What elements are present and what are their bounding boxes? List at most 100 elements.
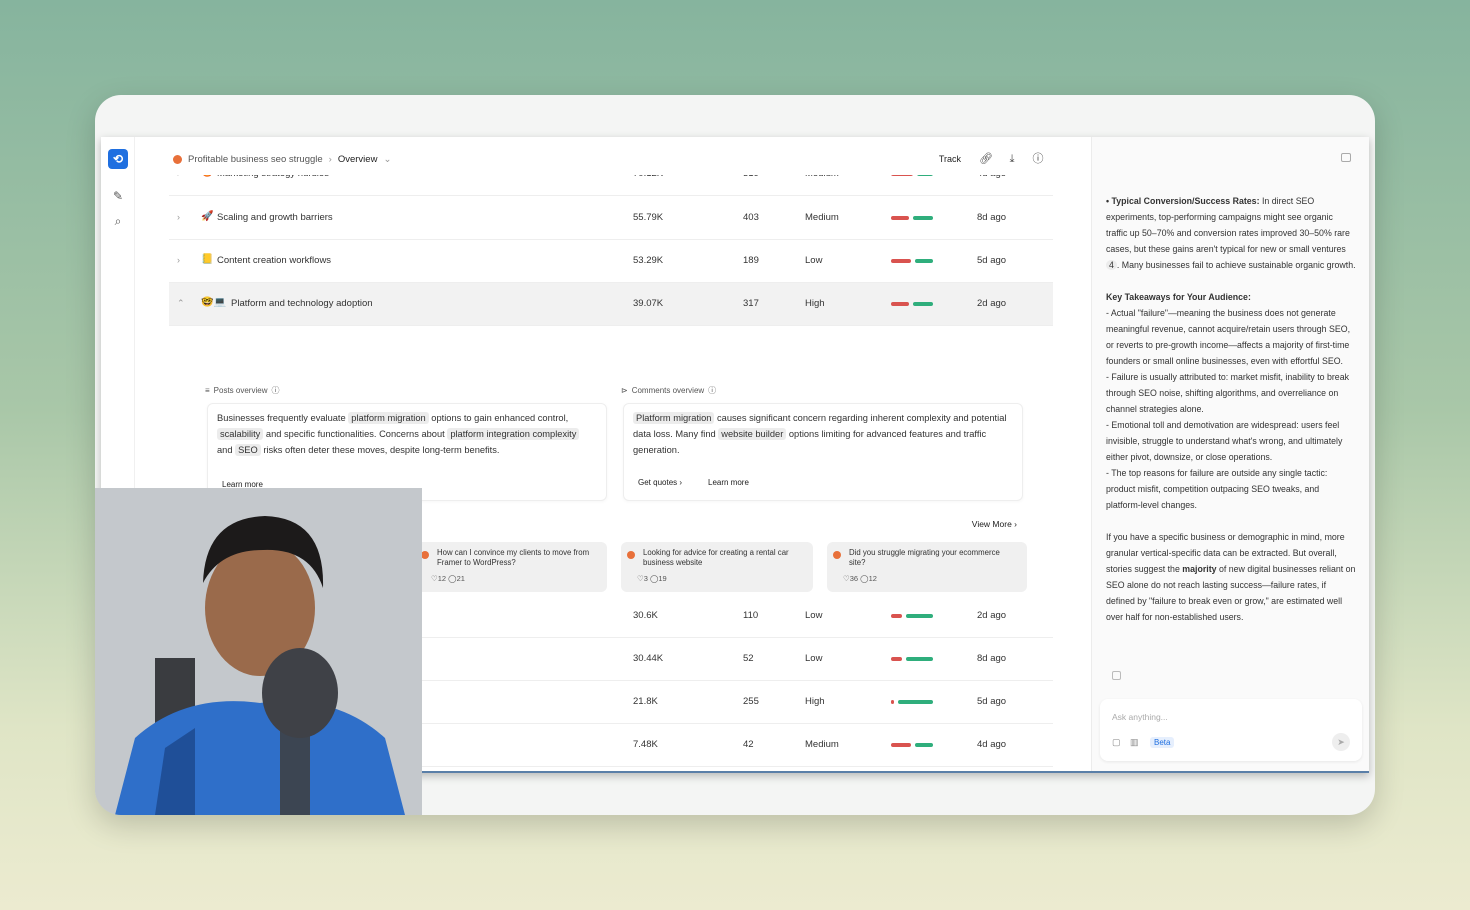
chat-input[interactable]: Ask anything... bbox=[1112, 712, 1168, 722]
sentiment-bar bbox=[891, 700, 933, 704]
chevron-right-icon[interactable]: › bbox=[177, 212, 180, 222]
comments-overview-card: Platform migration causes significant co… bbox=[623, 403, 1023, 501]
assistant-panel: • Typical Conversion/Success Rates: In d… bbox=[1091, 137, 1369, 771]
topic-name: Scaling and growth barriers bbox=[217, 212, 333, 223]
info-icon[interactable]: ⓘ bbox=[271, 385, 279, 396]
level-cell: Medium bbox=[805, 175, 839, 179]
info-icon[interactable]: ⓘ bbox=[708, 385, 716, 396]
positive-segment bbox=[917, 175, 933, 176]
chevron-right-icon[interactable]: › bbox=[177, 175, 180, 178]
volume-cell: 7.48K bbox=[633, 739, 658, 750]
updated-cell: 8d ago bbox=[977, 653, 1007, 664]
reddit-icon bbox=[833, 551, 841, 559]
table-row[interactable]: › 🚀 Scaling and growth barriers 55.79K 403 Me… bbox=[169, 197, 1053, 240]
post-title: Did you struggle migrating your ecommerc… bbox=[849, 548, 1000, 567]
topic-name: Marketing strategy hurdles bbox=[217, 175, 329, 179]
updated-cell: 2d ago bbox=[977, 610, 1007, 621]
learn-more-link[interactable]: Learn more bbox=[708, 478, 749, 487]
chevron-up-icon[interactable]: ⌃ bbox=[177, 298, 185, 309]
posts-overview-title: ≡ Posts overview ⓘ bbox=[205, 385, 280, 396]
negative-segment bbox=[891, 700, 894, 704]
keyword-tag[interactable]: Platform migration bbox=[633, 412, 715, 424]
beta-badge: Beta bbox=[1150, 737, 1175, 748]
chat-input-box: Ask anything... ▢ ▥ Beta ➤ bbox=[1100, 699, 1362, 761]
sentiment-bar bbox=[891, 259, 933, 263]
negative-segment bbox=[891, 175, 913, 176]
panel-toggle-icon[interactable] bbox=[1341, 153, 1351, 162]
edit-icon[interactable]: ✎ bbox=[111, 189, 125, 203]
post-meta: ♡3 ◯19 bbox=[637, 574, 667, 583]
keyword-tag[interactable]: platform migration bbox=[348, 412, 429, 424]
post-meta: ♡12 ◯21 bbox=[431, 574, 465, 583]
chevron-down-icon[interactable]: ⌄ bbox=[383, 154, 391, 165]
breadcrumb-project[interactable]: Profitable business seo struggle bbox=[188, 154, 323, 165]
comments-summary: Platform migration causes significant co… bbox=[633, 412, 1007, 455]
positive-segment bbox=[906, 657, 933, 661]
webcam-overlay bbox=[95, 488, 422, 815]
sentiment-bar bbox=[891, 216, 933, 220]
negative-segment bbox=[891, 216, 909, 220]
keyword-tag[interactable]: scalability bbox=[217, 428, 264, 440]
volume-cell: 21.8K bbox=[633, 696, 658, 707]
get-quotes-button[interactable]: Get quotes › bbox=[638, 478, 682, 487]
sentiment-bar bbox=[891, 302, 933, 306]
table-row[interactable]: › 😡 Marketing strategy hurdles 70.12K 319 Med… bbox=[169, 175, 1053, 196]
attach-icon[interactable]: ▢ bbox=[1112, 737, 1121, 748]
updated-cell: 2d ago bbox=[977, 298, 1007, 309]
app-logo-icon[interactable]: ⟲ bbox=[108, 149, 128, 169]
topic-emoji: 📒 bbox=[201, 254, 214, 265]
reddit-icon bbox=[627, 551, 635, 559]
assistant-message: • Typical Conversion/Success Rates: In d… bbox=[1106, 196, 1356, 622]
link-icon[interactable]: 🔗︎ bbox=[979, 152, 993, 166]
count-cell: 403 bbox=[743, 212, 759, 223]
send-icon[interactable]: ➤ bbox=[1332, 733, 1350, 751]
posts-summary: Businesses frequently evaluate platform … bbox=[217, 410, 597, 458]
keyword-tag[interactable]: SEO bbox=[235, 444, 261, 456]
chevron-right-icon: › bbox=[328, 154, 332, 165]
count-cell: 319 bbox=[743, 175, 759, 179]
posts-overview-card: Businesses frequently evaluate platform … bbox=[207, 403, 607, 501]
sentiment-bar bbox=[891, 175, 933, 176]
topic-emoji: 🚀 bbox=[201, 211, 214, 222]
track-button[interactable]: Track bbox=[933, 151, 967, 167]
level-cell: Medium bbox=[805, 739, 839, 750]
volume-cell: 39.07K bbox=[633, 298, 664, 309]
sentiment-bar bbox=[891, 657, 933, 661]
breadcrumb-view[interactable]: Overview bbox=[338, 154, 378, 165]
keyword-tag[interactable]: platform integration complexity bbox=[447, 428, 580, 440]
positive-segment bbox=[915, 259, 933, 263]
updated-cell: 5d ago bbox=[977, 696, 1007, 707]
topic-emoji: 😡 bbox=[201, 175, 213, 178]
chart-icon[interactable]: ▥ bbox=[1130, 737, 1139, 748]
post-card[interactable]: How can I convince my clients to move fr… bbox=[415, 542, 607, 592]
updated-cell: 4d ago bbox=[977, 739, 1007, 750]
header-actions: Track 🔗︎ ⤓ ⓘ bbox=[933, 151, 1045, 167]
count-cell: 255 bbox=[743, 696, 759, 707]
post-card[interactable]: Did you struggle migrating your ecommerc… bbox=[827, 542, 1027, 592]
topic-emoji: 🤓💻 bbox=[201, 297, 226, 308]
post-card[interactable]: Looking for advice for creating a rental… bbox=[621, 542, 813, 592]
sentiment-bar bbox=[891, 614, 933, 618]
table-row[interactable]: › 📒 Content creation workflows 53.29K 189 Low… bbox=[169, 240, 1053, 283]
level-cell: Medium bbox=[805, 212, 839, 223]
info-icon[interactable]: ⓘ bbox=[1031, 152, 1045, 166]
level-cell: Low bbox=[805, 255, 823, 266]
level-cell: High bbox=[805, 696, 825, 707]
sentiment-bar bbox=[891, 743, 933, 747]
positive-segment bbox=[898, 700, 933, 704]
keyword-tag[interactable]: website builder bbox=[718, 428, 787, 440]
comments-overview-title: ⊳ Comments overview ⓘ bbox=[621, 385, 717, 396]
negative-segment bbox=[891, 614, 902, 618]
volume-cell: 30.44K bbox=[633, 653, 664, 664]
count-cell: 52 bbox=[743, 653, 754, 664]
copy-icon[interactable] bbox=[1112, 671, 1121, 680]
download-icon[interactable]: ⤓ bbox=[1005, 152, 1019, 166]
citation-badge[interactable]: 4 bbox=[1106, 260, 1117, 270]
list-icon: ≡ bbox=[205, 386, 210, 395]
chevron-right-icon[interactable]: › bbox=[177, 255, 180, 265]
search-icon[interactable]: ⌕ bbox=[111, 214, 125, 228]
view-more-button[interactable]: View More › bbox=[972, 519, 1017, 529]
positive-segment bbox=[906, 614, 933, 618]
table-row[interactable]: ⌃ 🤓💻 Platform and technology adoption 39.07… bbox=[169, 283, 1053, 326]
level-cell: High bbox=[805, 298, 825, 309]
